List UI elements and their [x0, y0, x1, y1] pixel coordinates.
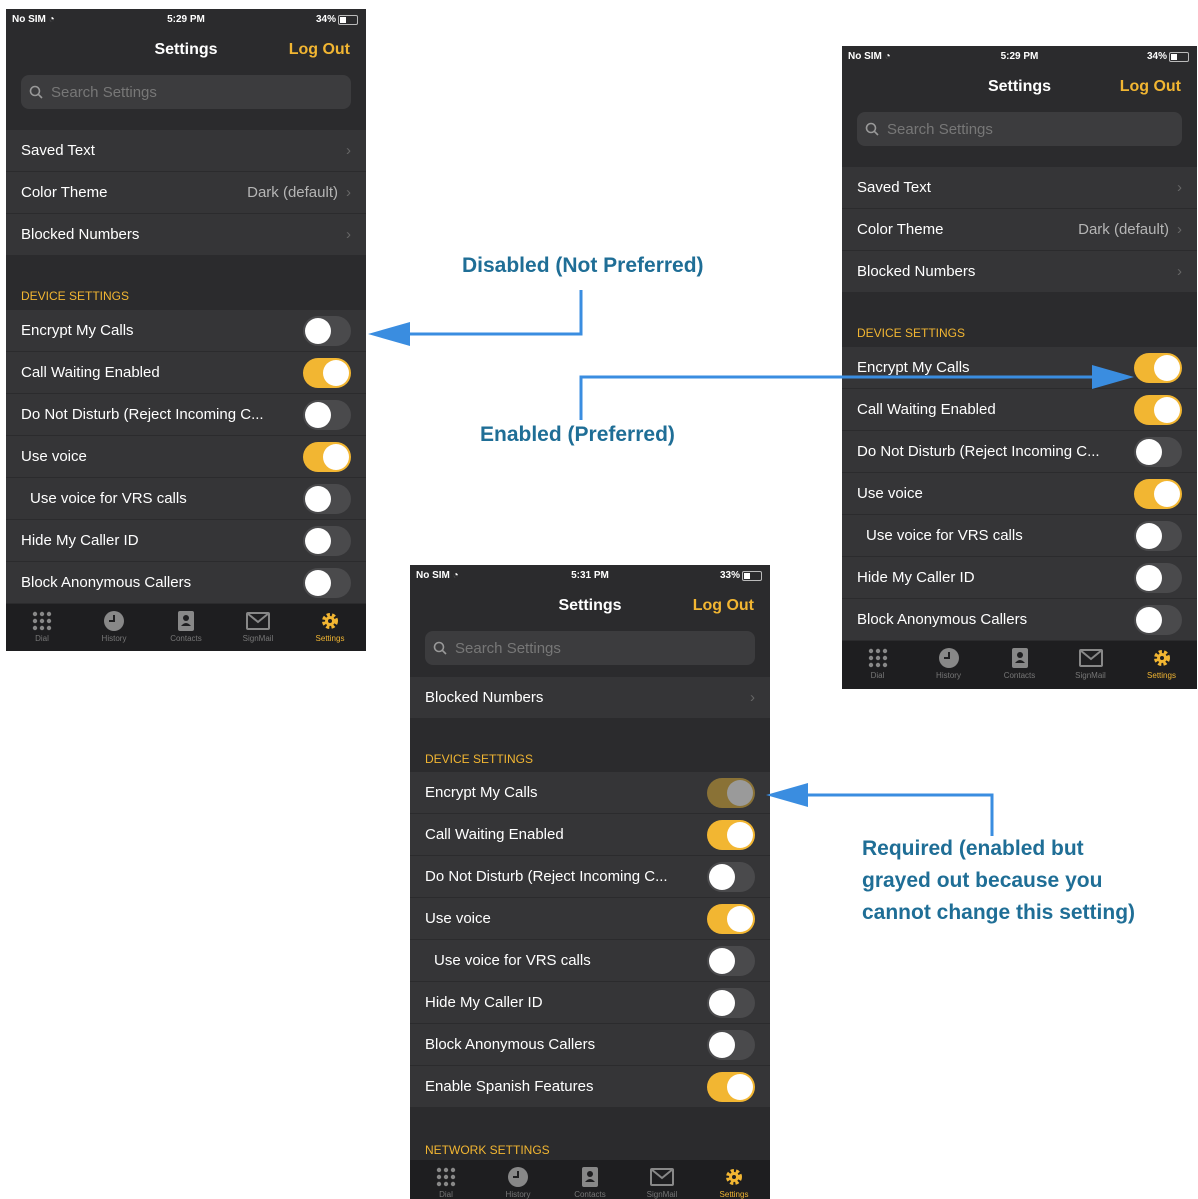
arrow-enabled: [579, 375, 1100, 420]
callout-arrows: [368, 290, 1134, 836]
arrow-disabled: [402, 290, 583, 336]
arrowhead-enabled: [1092, 365, 1134, 389]
arrowhead-required: [766, 783, 808, 807]
arrowhead-disabled: [368, 322, 410, 346]
arrow-required: [800, 793, 994, 836]
